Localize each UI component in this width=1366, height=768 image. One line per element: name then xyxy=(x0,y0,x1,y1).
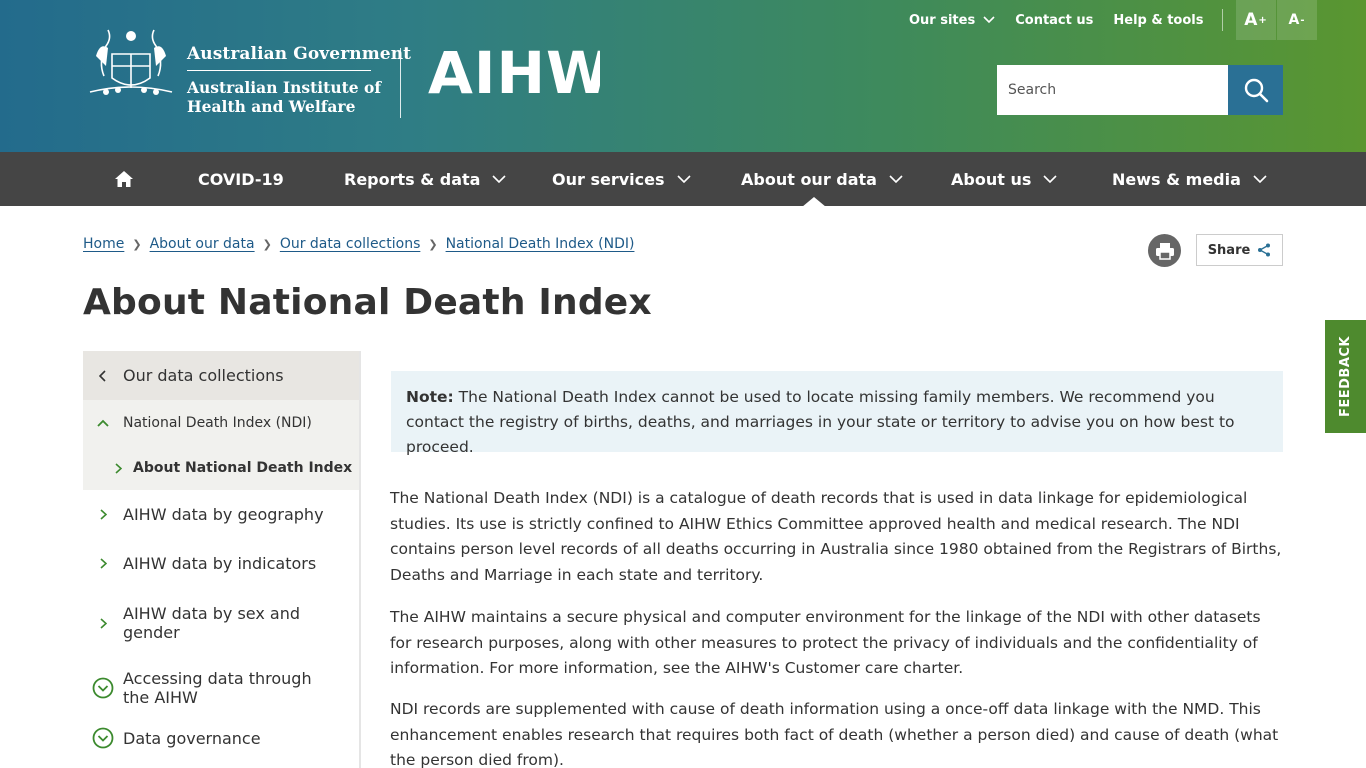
side-nav-item-label: Accessing data through the AIHW xyxy=(123,669,312,707)
side-nav-current-label: About National Death Index xyxy=(133,460,353,476)
font-increase-button[interactable]: A + xyxy=(1235,0,1276,40)
breadcrumb: Home ❯ About our data ❯ Our data collect… xyxy=(83,236,634,252)
nav-about-data-label: About our data xyxy=(741,169,877,189)
page-title: About National Death Index xyxy=(83,282,652,323)
contact-us-link[interactable]: Contact us xyxy=(1015,13,1093,28)
font-increase-label: A xyxy=(1244,10,1258,30)
side-nav-item-label: AIHW data by sex and gender xyxy=(123,604,300,642)
side-nav-ndi-label: National Death Index (NDI) xyxy=(123,415,312,431)
chevron-down-icon xyxy=(676,175,691,183)
side-nav-item-label: Data governance xyxy=(123,728,261,748)
side-nav-active-group: National Death Index (NDI) About Nationa… xyxy=(83,400,359,490)
side-nav-item-label: AIHW data by geography xyxy=(123,505,324,524)
breadcrumb-home[interactable]: Home xyxy=(83,236,124,252)
aihw-logo[interactable]: AIHW xyxy=(428,46,600,96)
search-form xyxy=(997,65,1283,115)
chevron-down-icon xyxy=(1253,175,1267,183)
chevron-right-icon: ❯ xyxy=(132,237,142,251)
feedback-tab[interactable]: FEEDBACK xyxy=(1325,320,1366,433)
side-nav-item-accessing-data[interactable]: Accessing data through the AIHW xyxy=(83,658,359,718)
nav-reports-data[interactable]: Reports & data xyxy=(344,152,507,206)
nav-about-us-label: About us xyxy=(951,169,1032,189)
body-paragraph: The National Death Index (NDI) is a cata… xyxy=(390,489,1282,584)
breadcrumb-ndi[interactable]: National Death Index (NDI) xyxy=(446,236,635,252)
main-nav: COVID-19 Reports & data Our services Abo… xyxy=(0,152,1366,207)
svg-text:AIHW: AIHW xyxy=(428,46,600,96)
side-nav: Our data collections National Death Inde… xyxy=(83,351,361,768)
share-label: Share xyxy=(1207,242,1251,258)
chevron-down-icon xyxy=(889,175,903,183)
font-increase-sup: + xyxy=(1258,14,1267,26)
logo-divider xyxy=(400,48,401,118)
nav-home[interactable] xyxy=(114,152,134,206)
print-button[interactable] xyxy=(1148,234,1181,267)
chevron-up-icon xyxy=(97,419,109,427)
side-nav-ndi[interactable]: National Death Index (NDI) xyxy=(83,400,359,446)
gov-line-2: Australian Institute of xyxy=(187,78,382,97)
note-label: Note: xyxy=(406,388,454,406)
chevron-down-icon xyxy=(983,16,995,24)
chevron-down-icon xyxy=(1043,175,1057,183)
side-nav-item-geography[interactable]: AIHW data by geography xyxy=(83,490,359,539)
share-icon xyxy=(1258,243,1271,257)
font-decrease-button[interactable]: A- xyxy=(1276,0,1317,40)
nav-covid[interactable]: COVID-19 xyxy=(198,152,284,206)
chevron-down-icon xyxy=(492,175,507,183)
chevron-down-circle-icon xyxy=(92,727,114,749)
side-nav-item-sex-gender[interactable]: AIHW data by sex and gender xyxy=(83,588,359,658)
print-icon xyxy=(1155,242,1174,260)
nav-about-our-data[interactable]: About our data xyxy=(741,152,903,207)
chevron-right-icon xyxy=(97,509,109,520)
side-nav-item-indicators[interactable]: AIHW data by indicators xyxy=(83,539,359,588)
chevron-right-icon xyxy=(97,617,109,629)
note-text: The National Death Index cannot be used … xyxy=(406,388,1235,456)
gov-line-3: Health and Welfare xyxy=(187,97,356,116)
share-button[interactable]: Share xyxy=(1196,234,1283,266)
utility-divider xyxy=(1221,9,1223,31)
side-nav-parent-label: Our data collections xyxy=(123,366,284,385)
coat-of-arms-icon xyxy=(89,29,173,95)
search-icon xyxy=(1244,78,1268,103)
body-paragraph: NDI records are supplemented with cause … xyxy=(390,700,1279,768)
government-wordmark[interactable]: Australian Government Australian Institu… xyxy=(187,44,411,116)
nav-reports-label: Reports & data xyxy=(344,169,481,189)
utility-nav: Our sites Contact us Help & tools A + A- xyxy=(909,0,1317,40)
nav-our-services[interactable]: Our services xyxy=(552,152,691,206)
gov-line-1: Australian Government xyxy=(187,44,411,71)
site-header: Australian Government Australian Institu… xyxy=(0,0,1366,152)
home-icon xyxy=(115,171,133,187)
breadcrumb-about-our-data[interactable]: About our data xyxy=(150,236,255,252)
chevron-down-circle-icon xyxy=(92,677,114,699)
help-tools-link[interactable]: Help & tools xyxy=(1113,13,1203,28)
note-callout: Note: The National Death Index cannot be… xyxy=(391,371,1283,456)
side-nav-item-data-governance[interactable]: Data governance xyxy=(83,718,359,758)
feedback-label: FEEDBACK xyxy=(1338,335,1353,418)
nav-news-label: News & media xyxy=(1112,169,1241,189)
chevron-left-icon xyxy=(97,369,109,382)
font-decrease-sup: - xyxy=(1300,14,1305,26)
side-nav-current-page[interactable]: About National Death Index xyxy=(83,446,359,490)
nav-services-label: Our services xyxy=(552,169,665,189)
chevron-right-icon xyxy=(97,558,109,569)
our-sites-dropdown[interactable]: Our sites xyxy=(909,13,995,28)
chevron-right-icon: ❯ xyxy=(428,237,438,251)
active-indicator xyxy=(802,197,826,207)
search-input[interactable] xyxy=(997,65,1228,115)
our-sites-label: Our sites xyxy=(909,12,976,28)
side-nav-parent-link[interactable]: Our data collections xyxy=(83,351,359,400)
side-nav-item-label: AIHW data by indicators xyxy=(123,554,317,573)
body-paragraph: The AIHW maintains a secure physical and… xyxy=(390,608,1261,678)
chevron-right-icon xyxy=(113,462,123,474)
chevron-right-icon: ❯ xyxy=(262,237,272,251)
font-decrease-label: A xyxy=(1288,12,1300,28)
breadcrumb-our-data-collections[interactable]: Our data collections xyxy=(280,236,421,252)
nav-about-us[interactable]: About us xyxy=(951,152,1057,206)
search-button[interactable] xyxy=(1228,65,1283,115)
nav-news-media[interactable]: News & media xyxy=(1112,152,1267,206)
